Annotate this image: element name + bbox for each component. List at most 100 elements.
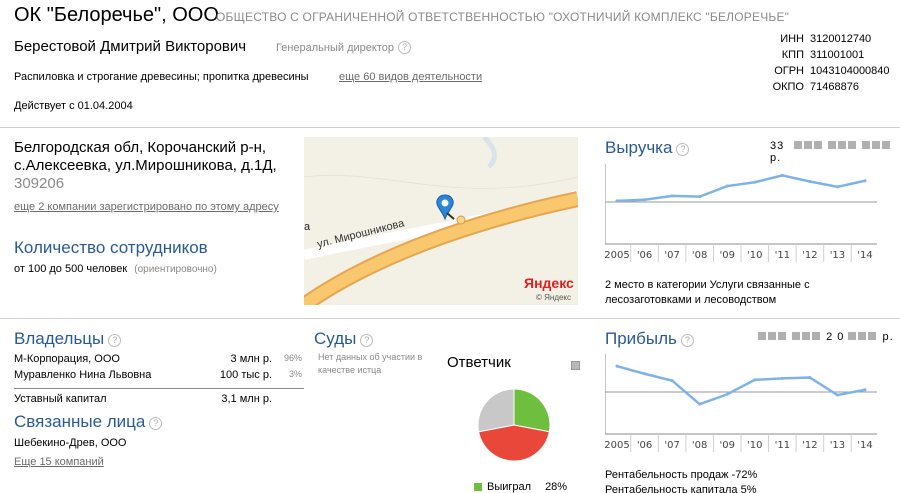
help-icon[interactable]: ? [676, 143, 690, 156]
map-edge-label: а [304, 221, 311, 233]
employees-note: (ориентировочно) [134, 264, 217, 275]
table-row[interactable]: М-Корпорация, ООО 3 млн р. 96% [14, 353, 304, 369]
employees-value: от 100 до 500 человек (ориентировочно) [14, 263, 217, 275]
owner-amount: 3 млн р. [230, 353, 272, 365]
x-tick-label: 2005 [605, 250, 630, 261]
data-point[interactable] [808, 179, 812, 183]
data-point[interactable] [753, 378, 757, 382]
data-point[interactable] [753, 180, 757, 184]
data-point[interactable] [725, 392, 729, 396]
kpp-label: КПП [781, 49, 804, 61]
defendant-pie-chart[interactable] [476, 387, 552, 463]
help-icon[interactable]: ? [680, 334, 694, 347]
data-point[interactable] [670, 379, 674, 383]
x-tick-label: '06 [637, 250, 652, 261]
address-postcode: 309206 [14, 175, 65, 192]
main-activity: Распиловка и строгание древесины; пропит… [14, 71, 309, 83]
help-icon[interactable]: ? [108, 334, 122, 347]
pie-slice[interactable] [478, 424, 550, 462]
hidden-digits-icon [862, 140, 892, 152]
data-point[interactable] [615, 199, 619, 203]
revenue-rank: 2 место в категории Услуги связанные с л… [605, 279, 810, 306]
address-block: Белгородская обл, Корочанский р-н, с.Але… [14, 139, 304, 193]
x-tick-label: '06 [637, 440, 652, 451]
data-point[interactable] [780, 173, 784, 177]
x-tick-label: '14 [857, 440, 872, 451]
director-name[interactable]: Берестовой Дмитрий Викторович [14, 38, 246, 55]
data-point[interactable] [670, 194, 674, 198]
map-pin-icon[interactable] [434, 193, 456, 226]
yandex-map[interactable]: а ул. Мирошникова Яндекс © Яндекс [304, 137, 578, 305]
pie-slice[interactable] [513, 388, 551, 433]
revenue-title: Выручка? [605, 138, 690, 158]
margin-sales: Рентабельность продаж -72% [605, 469, 758, 481]
section-divider [0, 318, 900, 319]
data-point[interactable] [698, 195, 702, 199]
owner-name[interactable]: Муравленко Нина Львовна [14, 369, 182, 385]
help-icon[interactable]: ? [149, 417, 163, 430]
profit-margins: Рентабельность продаж -72% Рентабельност… [605, 468, 757, 493]
x-tick-label: '13 [830, 440, 845, 451]
owner-name[interactable]: М-Корпорация, ООО [14, 353, 182, 369]
revenue-amount-prefix: 33 [770, 140, 785, 152]
hidden-digits-icon [828, 140, 858, 152]
header-divider [0, 127, 900, 128]
data-point[interactable] [643, 198, 647, 202]
data-point[interactable] [780, 376, 784, 380]
x-tick-label: '08 [692, 440, 707, 451]
related-more-link[interactable]: Еще 15 компаний [14, 456, 104, 468]
pie-slice[interactable] [477, 388, 515, 433]
courts-title-text: Суды [314, 329, 357, 348]
owners-divider [14, 388, 304, 389]
yandex-copyright: © Яндекс [536, 293, 572, 302]
company-full-name: ОБЩЕСТВО С ОГРАНИЧЕННОЙ ОТВЕТСТВЕННОСТЬЮ… [216, 10, 790, 24]
data-point[interactable] [808, 376, 812, 380]
profit-chart[interactable]: 2005 '06 '07 '08 '09 '10 '11 '12 '13 '14 [605, 350, 877, 458]
employees-title: Количество сотрудников [14, 238, 208, 257]
company-short-name: ОК "Белоречье", ООО [14, 4, 219, 26]
address-line-2: с.Алексеевка, ул.Мирошникова, д.1Д, [14, 157, 277, 174]
profit-title-text: Прибыль [605, 329, 677, 348]
x-tick-label: '10 [747, 440, 762, 451]
same-address-link[interactable]: еще 2 компании зарегистрировано по этому… [14, 201, 279, 213]
pie-legend: Выиграл 28% [474, 481, 567, 493]
data-point[interactable] [725, 184, 729, 188]
x-tick-label: '08 [692, 250, 707, 261]
capital-value: 3,1 млн р. [221, 393, 272, 405]
related-title: Связанные лица? [14, 412, 163, 432]
x-tick-label: '07 [664, 250, 679, 261]
legend-label: Выиграл [487, 481, 532, 493]
inn-label: ИНН [780, 33, 804, 45]
revenue-chart[interactable]: 2005 '06 '07 '08 '09 '10 '11 '12 '13 '14 [605, 160, 877, 272]
margin-capital: Рентабельность капитала 5% [605, 484, 757, 493]
profit-title: Прибыль? [605, 329, 694, 349]
help-icon[interactable]: ? [360, 334, 374, 347]
series-line [616, 174, 866, 203]
courts-plaintiff-note: Нет данных об участии в качестве истца [318, 352, 423, 375]
data-point[interactable] [698, 402, 702, 406]
x-tick-label: 2005 [605, 440, 630, 451]
data-point[interactable] [835, 185, 839, 189]
table-row[interactable]: Муравленко Нина Львовна 100 тыс р. 3% [14, 369, 304, 385]
data-point[interactable] [863, 179, 867, 183]
x-tick-label: '14 [857, 250, 872, 261]
data-point[interactable] [835, 393, 839, 397]
data-point[interactable] [863, 388, 867, 392]
legend-swatch-icon [474, 483, 482, 491]
more-activities-link[interactable]: еще 60 видов деятельности [339, 71, 482, 83]
x-tick-label: '12 [802, 250, 817, 261]
x-tick-label: '13 [830, 250, 845, 261]
data-point[interactable] [643, 372, 647, 376]
x-tick-label: '11 [775, 250, 790, 261]
ogrn-value: 1043104000840 [810, 65, 890, 77]
hidden-digits-icon [758, 331, 788, 343]
okpo-label: ОКПО [772, 81, 804, 93]
ogrn-label: ОГРН [774, 65, 804, 77]
x-tick-label: '10 [747, 250, 762, 261]
expand-checkbox-icon[interactable] [571, 361, 580, 370]
related-company[interactable]: Шебекино-Древ, ООО [14, 437, 127, 449]
data-point[interactable] [615, 364, 619, 368]
help-icon[interactable]: ? [397, 41, 411, 54]
owner-share: 96% [283, 353, 302, 363]
active-since: Действует с 01.04.2004 [14, 100, 133, 112]
